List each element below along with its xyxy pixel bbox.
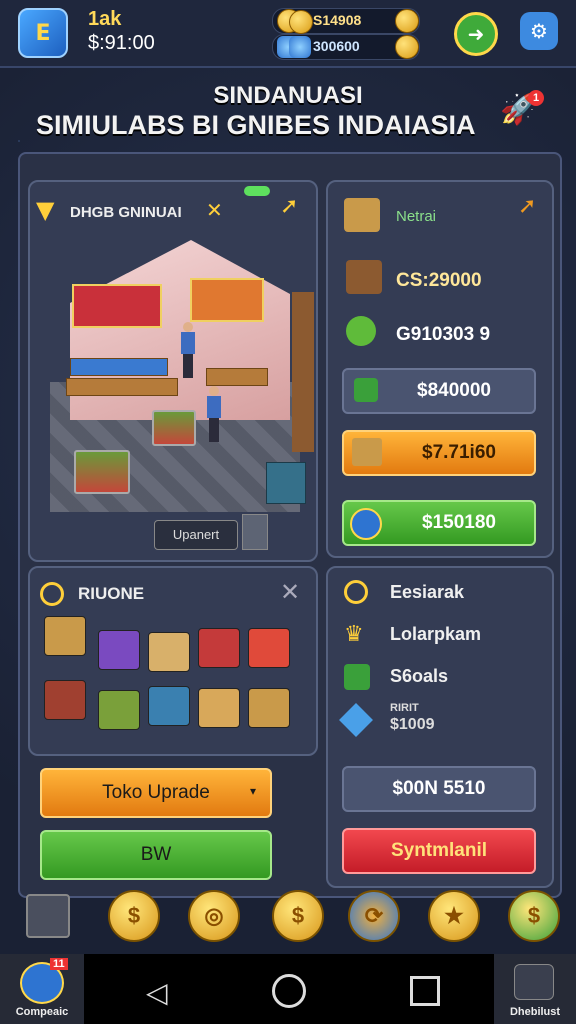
leaf-icon: [346, 316, 376, 346]
bottom-dock: $ ◎ $ ⟳ ★ $: [18, 884, 560, 946]
nav-right-label: Dhebilust: [509, 1006, 561, 1018]
arrow-icon[interactable]: ➚: [518, 194, 536, 219]
side-label: Netrai: [396, 208, 437, 225]
notification-badge: 11: [50, 958, 68, 970]
coin-icon: [289, 10, 313, 34]
player-level: 1ak: [88, 8, 122, 30]
game-title-line1: SINDANUASI: [213, 82, 363, 109]
buy-button[interactable]: BW: [40, 830, 272, 880]
cross-icon: ✕: [206, 198, 223, 222]
stat-row-2: Lolarpkam: [390, 624, 482, 644]
inventory-panel: RIUONE ✕: [28, 566, 318, 756]
notification-badge: 1: [528, 90, 544, 106]
gold-value: S14908: [313, 12, 362, 28]
cash-register-icon: [266, 462, 306, 504]
cash-icon: [344, 664, 370, 690]
item-cart-icon[interactable]: [98, 630, 140, 670]
crown-icon: ♛: [344, 622, 364, 647]
add-gold-icon[interactable]: [395, 9, 419, 33]
smile-icon: [344, 580, 368, 604]
nav-left-label: Compeaic: [15, 1006, 69, 1018]
customer-figure[interactable]: [206, 386, 222, 442]
shopkeeper-figure[interactable]: [180, 322, 196, 378]
star-badge-icon: [350, 508, 382, 540]
coin-icon[interactable]: ◎: [188, 890, 240, 942]
chest-icon[interactable]: [26, 894, 70, 938]
item-box-icon[interactable]: [248, 688, 290, 728]
system-navbar: 11 Compeaic ◁ Dhebilust: [0, 954, 576, 1024]
gray-total-button[interactable]: $00N 5510: [342, 766, 536, 812]
star-icon: [514, 964, 554, 1000]
item-box-icon[interactable]: [148, 632, 190, 672]
red-simulate-button[interactable]: Syntmlanil: [342, 828, 536, 874]
item-box-icon[interactable]: [198, 688, 240, 728]
upgrade-tag[interactable]: Upanert: [154, 520, 238, 550]
gem-value: 300600: [313, 38, 360, 54]
nav-right-app[interactable]: Dhebilust: [494, 954, 576, 1024]
stats-panel: Eesiarak ♛ Lolarpkam S6oals RIRIT $1009 …: [326, 566, 554, 888]
store-scene-panel: ▼ DHGB GNINUAI ✕ ➚ Upanert: [28, 180, 318, 562]
gem-icon: [289, 36, 311, 58]
gold-counter: S14908: [272, 8, 420, 34]
coin-star-icon[interactable]: ⟳: [348, 890, 400, 942]
toko-upgrade-button[interactable]: Toko Uprade ▾: [40, 768, 272, 818]
rocket-icon[interactable]: 🚀 1: [500, 90, 544, 134]
basket-icon: [346, 260, 382, 294]
box-icon: [352, 438, 382, 466]
shield-icon: ▼: [36, 196, 55, 224]
side-stats-panel: Netrai ➚ CS:29000 G910303 9 $840000 $7.7…: [326, 180, 554, 558]
top-bar: E 1ak $:91:00 S14908 300600 ➜ ⚙: [0, 0, 576, 68]
coin-icon[interactable]: ★: [428, 890, 480, 942]
item-box-icon[interactable]: [44, 616, 86, 656]
recents-icon[interactable]: [410, 976, 440, 1006]
cart-icon: [152, 410, 196, 446]
arrow-button-icon[interactable]: ➜: [454, 12, 498, 56]
gem-counter: 300600: [272, 34, 420, 60]
progress-pill: [244, 186, 270, 196]
machine-icon: [242, 514, 268, 550]
add-gem-icon[interactable]: [395, 35, 419, 59]
shelf: [66, 378, 178, 396]
gem-icon: [354, 378, 378, 402]
settings-icon[interactable]: ⚙: [520, 12, 558, 50]
arrow-icon[interactable]: ➚: [280, 194, 298, 219]
stat-row-1: Eesiarak: [390, 582, 465, 602]
nav-left-app[interactable]: 11 Compeaic: [0, 954, 84, 1024]
store-sign-left: [72, 284, 162, 328]
inventory-title: RIUONE: [78, 584, 145, 603]
item-cart-icon[interactable]: [198, 628, 240, 668]
coin-icon[interactable]: $: [108, 890, 160, 942]
stat-value-2: G910303 9: [396, 324, 491, 345]
item-box-icon[interactable]: [98, 690, 140, 730]
back-icon[interactable]: ◁: [146, 976, 168, 1009]
gray-price-button[interactable]: $840000: [342, 368, 536, 414]
orange-price-button[interactable]: $7.71i60: [342, 430, 536, 476]
item-box-icon[interactable]: [44, 680, 86, 720]
close-icon[interactable]: ✕: [280, 578, 300, 606]
home-icon[interactable]: [272, 974, 306, 1008]
store-logo-icon[interactable]: E: [18, 8, 68, 58]
store-panel-header: DHGB GNINUAI: [70, 204, 182, 221]
stat-row-4-value: $1009: [390, 716, 435, 733]
coin-icon[interactable]: $: [272, 890, 324, 942]
green-price-button[interactable]: $150180: [342, 500, 536, 546]
side-shelf: [292, 292, 314, 452]
chevron-down-icon: ▾: [249, 784, 256, 798]
stat-value-1: CS:29000: [396, 270, 482, 291]
item-box-icon[interactable]: [248, 628, 290, 668]
cart-icon: [74, 450, 130, 494]
stat-row-4-label: RIRIT: [390, 702, 419, 714]
shelf: [70, 358, 168, 376]
clock-icon: [40, 582, 64, 606]
store-sign-right: [190, 278, 264, 322]
item-cart-icon[interactable]: [148, 686, 190, 726]
stat-row-3: S6oals: [390, 666, 449, 686]
dollar-coin-icon[interactable]: $: [508, 890, 560, 942]
box-icon: [344, 198, 380, 232]
game-title-line2: SIMIULABS BI GNIBES INDAIASIA: [36, 110, 476, 140]
player-cash: $:91:00: [88, 32, 155, 54]
diamond-icon: [339, 703, 373, 737]
counter: [206, 368, 268, 386]
